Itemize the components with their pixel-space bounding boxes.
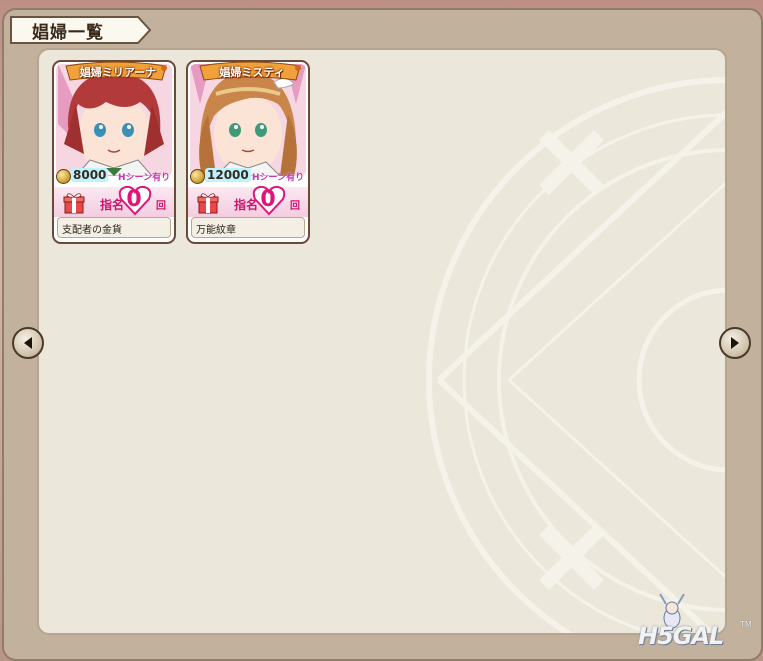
name-banner: 娼婦ミリアーナ <box>64 62 168 84</box>
price-value: 12000 <box>205 168 251 182</box>
triangle-right-icon <box>731 337 739 349</box>
watermark-tm: TM <box>740 620 752 629</box>
triangle-left-icon <box>24 337 32 349</box>
next-page-button[interactable] <box>719 327 751 359</box>
site-watermark: H5GAL TM <box>630 594 758 658</box>
item-name: 支配者の金貨 <box>62 225 122 236</box>
stat-row: 12000 Hシーン有り <box>188 167 308 187</box>
h-scene-tag: Hシーン有り <box>252 173 305 183</box>
gift-icon <box>197 193 219 214</box>
gift-icon <box>63 193 85 214</box>
previous-page-button[interactable] <box>12 327 44 359</box>
name-banner: 娼婦ミスティ <box>198 62 302 84</box>
nomination-count: 0 <box>260 187 276 212</box>
count-unit: 回 <box>290 201 300 212</box>
nomination-count: 0 <box>126 187 142 212</box>
item-row: 支配者の金貨 <box>57 217 171 238</box>
coin-icon <box>56 169 71 184</box>
stat-row: 8000 Hシーン有り <box>54 167 174 187</box>
page-title: 娼婦一覧 <box>32 23 104 43</box>
coin-icon <box>190 169 205 184</box>
item-row: 万能紋章 <box>191 217 305 238</box>
count-unit: 回 <box>156 201 166 212</box>
window-title-tab: 娼婦一覧 <box>10 14 152 44</box>
nomination-row: 指名 0 回 <box>54 185 174 217</box>
nomination-row: 指名 0 回 <box>188 185 308 217</box>
item-name: 万能紋章 <box>196 225 236 236</box>
character-card-misty[interactable]: 娼婦ミスティ 12000 Hシーン有り 指名 0 回 万能紋章 <box>186 60 310 244</box>
watermark-text: H5GAL <box>638 622 724 650</box>
character-name: 娼婦ミリアーナ <box>79 66 157 79</box>
character-name: 娼婦ミスティ <box>219 66 285 79</box>
character-card-miriana[interactable]: 娼婦ミリアーナ 8000 Hシーン有り 指名 0 回 支配者の金貨 <box>52 60 176 244</box>
h-scene-tag: Hシーン有り <box>118 173 171 183</box>
price-value: 8000 <box>71 168 109 182</box>
